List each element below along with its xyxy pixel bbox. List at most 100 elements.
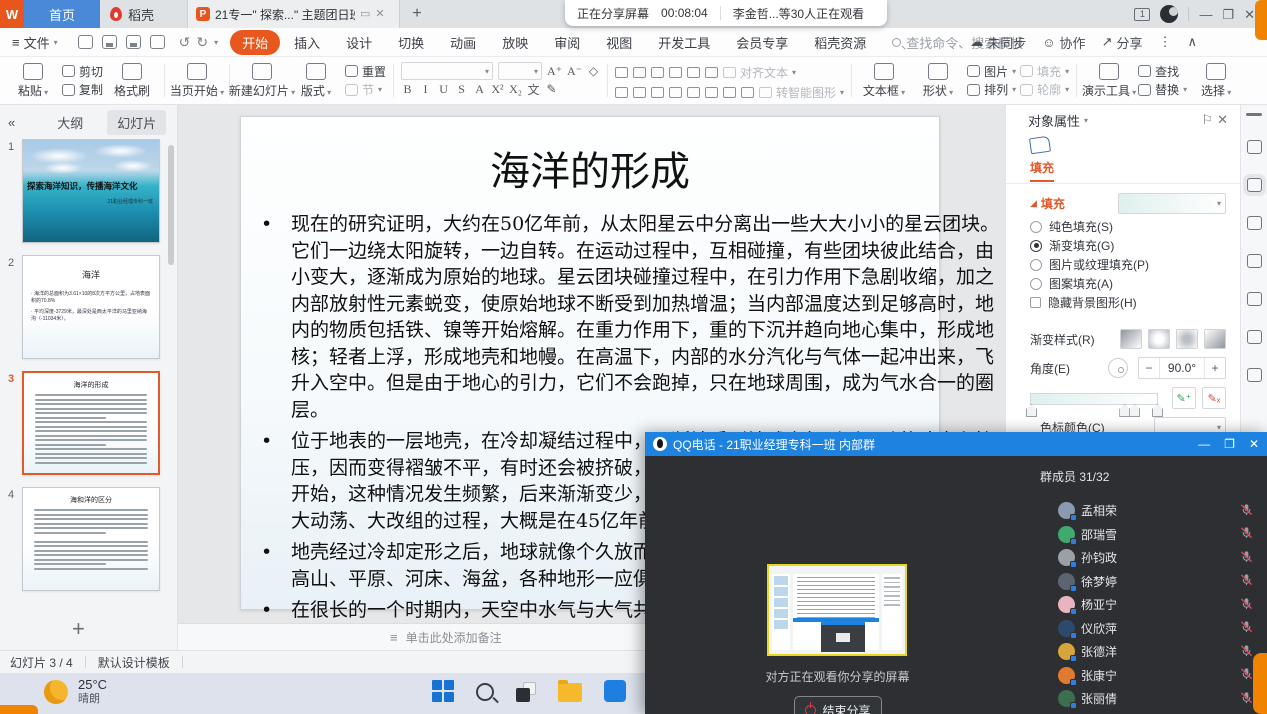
- slide-thumbnail-2[interactable]: 海洋· 海洋的总面积为3.61×10的8次方平方公里，占地表面积的70.8%· …: [22, 255, 160, 359]
- fill-radio-2[interactable]: 渐变填充(G): [1030, 237, 1226, 254]
- minimize-button[interactable]: —: [1199, 8, 1212, 21]
- microphone-muted-icon[interactable]: [1240, 620, 1253, 636]
- pinned-app-icon[interactable]: [604, 680, 626, 702]
- menu-tab-放映[interactable]: 放映: [490, 30, 540, 55]
- menu-tab-会员专享[interactable]: 会员专享: [724, 30, 800, 55]
- navigation-icon[interactable]: [1247, 368, 1262, 382]
- wps-logo-icon[interactable]: W: [0, 0, 24, 28]
- tab-slides[interactable]: 幻灯片: [107, 110, 166, 135]
- member-row[interactable]: 孙钧政: [1040, 546, 1267, 570]
- menu-tab-稻壳资源[interactable]: 稻壳资源: [802, 30, 878, 55]
- section-collapse-icon[interactable]: ◢: [1030, 198, 1037, 209]
- font-name-combobox[interactable]: ▾: [401, 62, 493, 80]
- fill-tab[interactable]: 填充: [1030, 159, 1054, 182]
- gradient-stop-handle[interactable]: [1026, 404, 1037, 417]
- weather-widget[interactable]: 25°C 晴朗: [44, 677, 107, 707]
- member-row[interactable]: 张丽倩: [1040, 687, 1267, 711]
- align-left-icon[interactable]: [615, 87, 628, 98]
- shared-screen-preview[interactable]: [767, 564, 907, 656]
- text-direction-icon[interactable]: [687, 67, 700, 78]
- member-row[interactable]: 孟相荣: [1040, 499, 1267, 523]
- panel-list-icon[interactable]: [1246, 113, 1262, 116]
- collapse-ribbon-icon[interactable]: ∧: [1187, 34, 1197, 50]
- gradient-style-rect[interactable]: [1176, 329, 1198, 349]
- print-preview-icon[interactable]: [150, 35, 165, 49]
- angle-value[interactable]: 90.0°: [1159, 358, 1205, 378]
- share-viewers-text[interactable]: 李金哲...等30人正在观看: [721, 5, 876, 22]
- fill-radio-1[interactable]: 纯色填充(S): [1030, 218, 1226, 235]
- angle-decrease-button[interactable]: −: [1139, 358, 1159, 378]
- ribbon-button-演示工具[interactable]: 演示工具 ▾: [1082, 60, 1136, 101]
- member-row[interactable]: 张德洋: [1040, 640, 1267, 664]
- duplicate-window-icon[interactable]: [1247, 254, 1262, 268]
- collaborate-button[interactable]: ☺协作: [1042, 33, 1085, 52]
- qq-titlebar[interactable]: QQ电话 - 21职业经理专科一班 内部群 — ❐ ✕: [645, 432, 1267, 456]
- ribbon-button-粘贴[interactable]: 粘贴 ▾: [6, 60, 60, 101]
- gradient-style-path[interactable]: [1204, 329, 1226, 349]
- member-row[interactable]: 杨亚宁: [1040, 593, 1267, 617]
- start-button[interactable]: [432, 680, 454, 702]
- member-row[interactable]: 张正辉: [1040, 711, 1267, 714]
- gradient-stop-handle[interactable]: [1152, 404, 1163, 417]
- font-size-combobox[interactable]: ▾: [498, 62, 542, 80]
- strikethrough-button[interactable]: S: [455, 82, 468, 97]
- docked-sidebar-handle-top[interactable]: [1255, 0, 1267, 40]
- ribbon-button-复制[interactable]: 复制: [62, 81, 103, 100]
- file-menu[interactable]: ≡ 文件 ▾: [0, 33, 68, 52]
- microphone-muted-icon[interactable]: [1240, 550, 1253, 566]
- undo-icon[interactable]: ↺: [179, 34, 191, 51]
- menu-tab-动画[interactable]: 动画: [438, 30, 488, 55]
- outdent-icon[interactable]: [651, 67, 664, 78]
- align-center-icon[interactable]: [633, 87, 646, 98]
- ribbon-button-形状[interactable]: 形状 ▾: [911, 60, 965, 101]
- font-size-button-◇[interactable]: ◇: [587, 64, 600, 79]
- docer-rocket-icon[interactable]: [1247, 140, 1262, 154]
- add-stop-button[interactable]: ✎⁺: [1172, 387, 1196, 409]
- ribbon-button-查找[interactable]: 查找: [1138, 62, 1187, 81]
- slide-thumbnail-1[interactable]: 探索海洋知识，传播海洋文化21职业经理专科一班: [22, 139, 160, 243]
- microphone-muted-icon[interactable]: [1240, 526, 1253, 542]
- collapse-panel-icon[interactable]: «: [8, 115, 15, 130]
- ribbon-button-剪切[interactable]: 剪切: [62, 62, 103, 81]
- tab-document[interactable]: P 21专一" 探索..." 主题团日班会 ▭ ✕: [188, 0, 400, 28]
- ribbon-button-当页开始[interactable]: 当页开始 ▾: [170, 60, 224, 101]
- sort-icon[interactable]: [705, 67, 718, 78]
- sync-status[interactable]: ☁未同步: [970, 33, 1026, 52]
- numbering-icon[interactable]: [633, 67, 646, 78]
- share-button[interactable]: ↗分享: [1102, 33, 1143, 52]
- ribbon-button-新建幻灯片[interactable]: 新建幻灯片 ▾: [235, 60, 289, 101]
- font-size-button-A⁻[interactable]: A⁻: [567, 64, 582, 79]
- menu-tab-插入[interactable]: 插入: [282, 30, 332, 55]
- ribbon-button-替换[interactable]: 替换▾: [1138, 81, 1187, 100]
- window-count-badge[interactable]: 1: [1134, 8, 1150, 21]
- fill-radio-4[interactable]: 图案填充(A): [1030, 275, 1226, 292]
- ribbon-button-重置[interactable]: 重置: [345, 62, 386, 81]
- slide-thumbnail-3[interactable]: 海洋的形成: [22, 371, 160, 475]
- print-icon[interactable]: [126, 35, 141, 49]
- ribbon-button-排列[interactable]: 排列▾: [967, 81, 1016, 100]
- gradient-style-radial[interactable]: [1148, 329, 1170, 349]
- highlight-button[interactable]: ✎: [545, 82, 558, 97]
- angle-knob[interactable]: [1108, 358, 1128, 378]
- microphone-muted-icon[interactable]: [1240, 667, 1253, 683]
- gradient-preview-dropdown[interactable]: ▾: [1118, 193, 1226, 214]
- italic-button[interactable]: I: [419, 82, 432, 97]
- gradient-style-linear[interactable]: [1120, 329, 1142, 349]
- panel-scrollbar[interactable]: [168, 145, 174, 265]
- microphone-muted-icon[interactable]: [1240, 597, 1253, 613]
- menu-tab-开发工具[interactable]: 开发工具: [646, 30, 722, 55]
- image-tools-icon[interactable]: [1247, 330, 1262, 344]
- end-share-button[interactable]: 结束分享: [794, 696, 882, 714]
- ribbon-button-填充[interactable]: 填充▾: [1020, 62, 1069, 81]
- fill-radio-3[interactable]: 图片或纹理填充(P): [1030, 256, 1226, 273]
- ribbon-button-选择[interactable]: 选择 ▾: [1189, 60, 1243, 101]
- object-properties-icon[interactable]: [1247, 178, 1262, 192]
- user-avatar[interactable]: [1160, 5, 1178, 23]
- task-view-icon[interactable]: [516, 682, 536, 702]
- qq-maximize-button[interactable]: ❐: [1224, 437, 1235, 451]
- slide-title[interactable]: 海洋的形成: [241, 139, 939, 197]
- add-slide-button[interactable]: +: [72, 616, 85, 642]
- menu-tab-设计[interactable]: 设计: [334, 30, 384, 55]
- ribbon-button-文本框[interactable]: 文本框 ▾: [857, 60, 911, 101]
- underline-button[interactable]: U: [437, 82, 450, 97]
